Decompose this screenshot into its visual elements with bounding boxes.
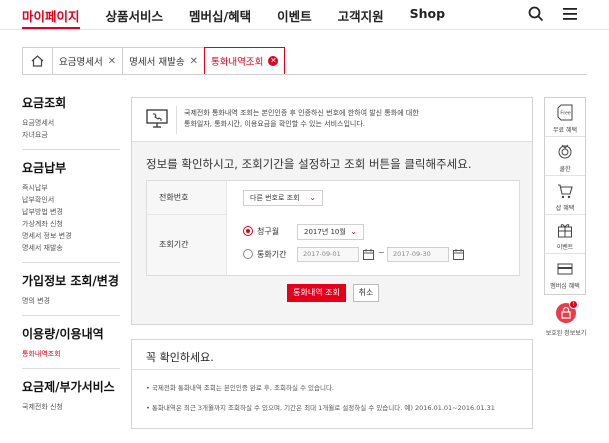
tab-label: 통화내역조회 — [210, 57, 264, 68]
calendar-icon[interactable] — [453, 249, 464, 260]
phone-label: 전화번호 — [147, 181, 227, 215]
search-button[interactable]: 통화내역 조회 — [287, 284, 346, 302]
protected-info-button[interactable]: ! — [556, 300, 578, 323]
calendar-icon[interactable] — [363, 249, 374, 260]
alert-badge: ! — [569, 300, 578, 309]
menu-event[interactable]: 이벤트 — [277, 6, 312, 29]
gift-icon — [558, 224, 572, 238]
sidebar-item[interactable]: 국제전화 신청 — [22, 401, 120, 413]
radio-call-period[interactable] — [243, 249, 253, 259]
menu-membership[interactable]: 멤버십/혜택 — [189, 6, 251, 29]
menu-mypage[interactable]: 마이페이지 — [22, 6, 80, 29]
notice-item: • 통화내역은 최근 3개월까지 조회하실 수 있으며, 기간은 최대 1개월로… — [146, 404, 495, 412]
period-label: 조회기간 — [147, 215, 227, 275]
date-from-input[interactable]: 2017-09-01 — [297, 247, 359, 262]
divider — [176, 106, 177, 134]
intro-box: 국제전화 통화내역 조회는 본인인증 후 인증하신 번호에 한하여 발신 통화에… — [132, 98, 532, 142]
chevron-down-icon: ⌄ — [309, 193, 316, 202]
menu-shop[interactable]: Shop — [410, 6, 445, 29]
guide-text: 정보를 확인하시고, 조회기간을 설정하고 조회 버튼을 클릭해주세요. — [146, 157, 472, 171]
divider — [22, 74, 587, 75]
menu-products[interactable]: 상품서비스 — [106, 6, 164, 29]
menu-support[interactable]: 고객지원 — [338, 6, 384, 29]
close-icon[interactable]: ✕ — [268, 56, 279, 66]
monitor-phone-icon — [146, 109, 168, 128]
notice-box: 꼭 확인하세요. • 국제전화 통화내역 조회는 본인인증 완료 후, 조회하실… — [131, 339, 533, 429]
radio-billing-month[interactable] — [243, 226, 253, 236]
sidebar-item[interactable]: 납부방법 변경 — [22, 206, 120, 218]
phone-select-value: 다른 번호로 조회 — [250, 194, 300, 202]
sidebar-group-plans: 요금제/부가서비스 국제전화 신청 — [22, 378, 120, 421]
intro-line: 국제전화 통화내역 조회는 본인인증 후 인증하신 번호에 한하여 발신 통화에… — [184, 109, 419, 117]
sidebar-group-subscription: 가입정보 조회/변경 명의 변경 — [22, 272, 120, 316]
sidebar-item[interactable]: 요금명세서 — [22, 117, 120, 129]
free-tag-icon: Free — [557, 104, 573, 121]
month-select-value: 2017년 10월 — [304, 228, 346, 236]
sidebar-item[interactable]: 납부확인서 — [22, 194, 120, 206]
sidebar-heading[interactable]: 요금납부 — [22, 159, 120, 176]
sidebar-item[interactable]: 명세서 재발송 — [22, 242, 120, 254]
page-tabs: 요금명세서 ✕ 명세서 재발송 ✕ 통화내역조회 ✕ — [22, 47, 286, 75]
quick-event[interactable]: 이벤트 — [545, 215, 585, 254]
radio-label: 통화기간 — [257, 250, 287, 259]
chevron-down-icon: ⌄ — [350, 227, 357, 236]
tab-label: 명세서 재발송 — [129, 57, 185, 68]
quick-label: 무료 혜택 — [553, 127, 577, 134]
quick-label: 샵 혜택 — [555, 205, 575, 212]
tab-resend[interactable]: 명세서 재발송 ✕ — [122, 47, 204, 75]
tab-label: 요금명세서 — [59, 57, 103, 68]
range-separator: ~ — [378, 248, 385, 257]
quick-label: 이벤트 — [556, 244, 574, 251]
sidebar-item-call-history[interactable]: 통화내역조회 — [22, 348, 120, 360]
tab-bill[interactable]: 요금명세서 ✕ — [52, 47, 123, 75]
sidebar-heading[interactable]: 가입정보 조회/변경 — [22, 272, 120, 289]
tab-call-history[interactable]: 통화내역조회 ✕ — [203, 47, 286, 75]
quick-label: 멤버십 혜택 — [550, 283, 580, 290]
sidebar-group-payment: 요금납부 즉시납부 납부확인서 납부방법 변경 가상계좌 신청 명세서 정보 변… — [22, 159, 120, 263]
date-to-input[interactable]: 2017-09-30 — [387, 247, 449, 262]
month-select[interactable]: 2017년 10월 ⌄ — [297, 224, 364, 240]
close-icon[interactable]: ✕ — [190, 56, 198, 67]
home-icon — [31, 55, 44, 67]
sidebar-item[interactable]: 명의 변경 — [22, 295, 120, 307]
sidebar-item[interactable]: 즉시납부 — [22, 182, 120, 194]
sidebar-item[interactable]: 가상계좌 신청 — [22, 218, 120, 230]
quick-shop[interactable]: 샵 혜택 — [545, 176, 585, 215]
notice-item: • 국제전화 통화내역 조회는 본인인증 완료 후, 조회하실 수 있습니다. — [146, 384, 335, 392]
quick-menu: Free 무료 혜택 쿨한 샵 혜택 이벤트 멤버십 혜택 — [544, 97, 586, 295]
divider — [132, 369, 532, 370]
menu-icon[interactable] — [563, 8, 577, 20]
card-icon — [557, 263, 573, 275]
quick-membership[interactable]: 멤버십 혜택 — [545, 254, 585, 293]
quick-free-benefit[interactable]: Free 무료 혜택 — [545, 98, 585, 137]
sidebar-item[interactable]: 명세서 정보 변경 — [22, 230, 120, 242]
sidebar-heading[interactable]: 요금제/부가서비스 — [22, 378, 120, 395]
home-tab[interactable] — [22, 47, 52, 75]
cancel-button[interactable]: 취소 — [353, 284, 379, 302]
inquiry-panel: 국제전화 통화내역 조회는 본인인증 후 인증하신 번호에 한하여 발신 통화에… — [131, 97, 533, 325]
sidebar-group-usage: 이용량/이용내역 통화내역조회 — [22, 325, 120, 369]
svg-text:Free: Free — [560, 111, 571, 117]
notice-title: 꼭 확인하세요. — [146, 351, 214, 364]
sidebar-item[interactable]: 자녀요금 — [22, 129, 120, 141]
medal-icon — [558, 144, 572, 159]
cart-icon — [558, 184, 573, 199]
intro-line: 통화일자, 통화시간, 이용요금을 확인할 수 있는 서비스입니다. — [184, 120, 366, 128]
sidebar-group-billing: 요금조회 요금명세서 자녀요금 — [22, 94, 120, 150]
top-navigation: 마이페이지 상품서비스 멤버십/혜택 이벤트 고객지원 Shop — [0, 0, 609, 30]
sidebar-heading[interactable]: 요금조회 — [22, 94, 120, 111]
inquiry-form: 전화번호 조회기간 다른 번호로 조회 ⌄ 청구월 2017년 10월 ⌄ 통화… — [146, 180, 520, 276]
close-icon[interactable]: ✕ — [108, 56, 116, 67]
main-menu: 마이페이지 상품서비스 멤버십/혜택 이벤트 고객지원 Shop — [22, 6, 471, 29]
quick-cool[interactable]: 쿨한 — [545, 137, 585, 176]
intro-text: 국제전화 통화내역 조회는 본인인증 후 인증하신 번호에 한하여 발신 통화에… — [184, 108, 524, 130]
phone-select[interactable]: 다른 번호로 조회 ⌄ — [243, 190, 323, 206]
quick-label: 쿨한 — [559, 166, 571, 173]
sidebar-heading[interactable]: 이용량/이용내역 — [22, 325, 120, 342]
protected-info-label: 보호된 정보보기 — [545, 330, 587, 337]
sidebar: 요금조회 요금명세서 자녀요금 요금납부 즉시납부 납부확인서 납부방법 변경 … — [22, 94, 120, 430]
search-icon[interactable] — [528, 6, 544, 22]
radio-label: 청구월 — [257, 227, 280, 236]
